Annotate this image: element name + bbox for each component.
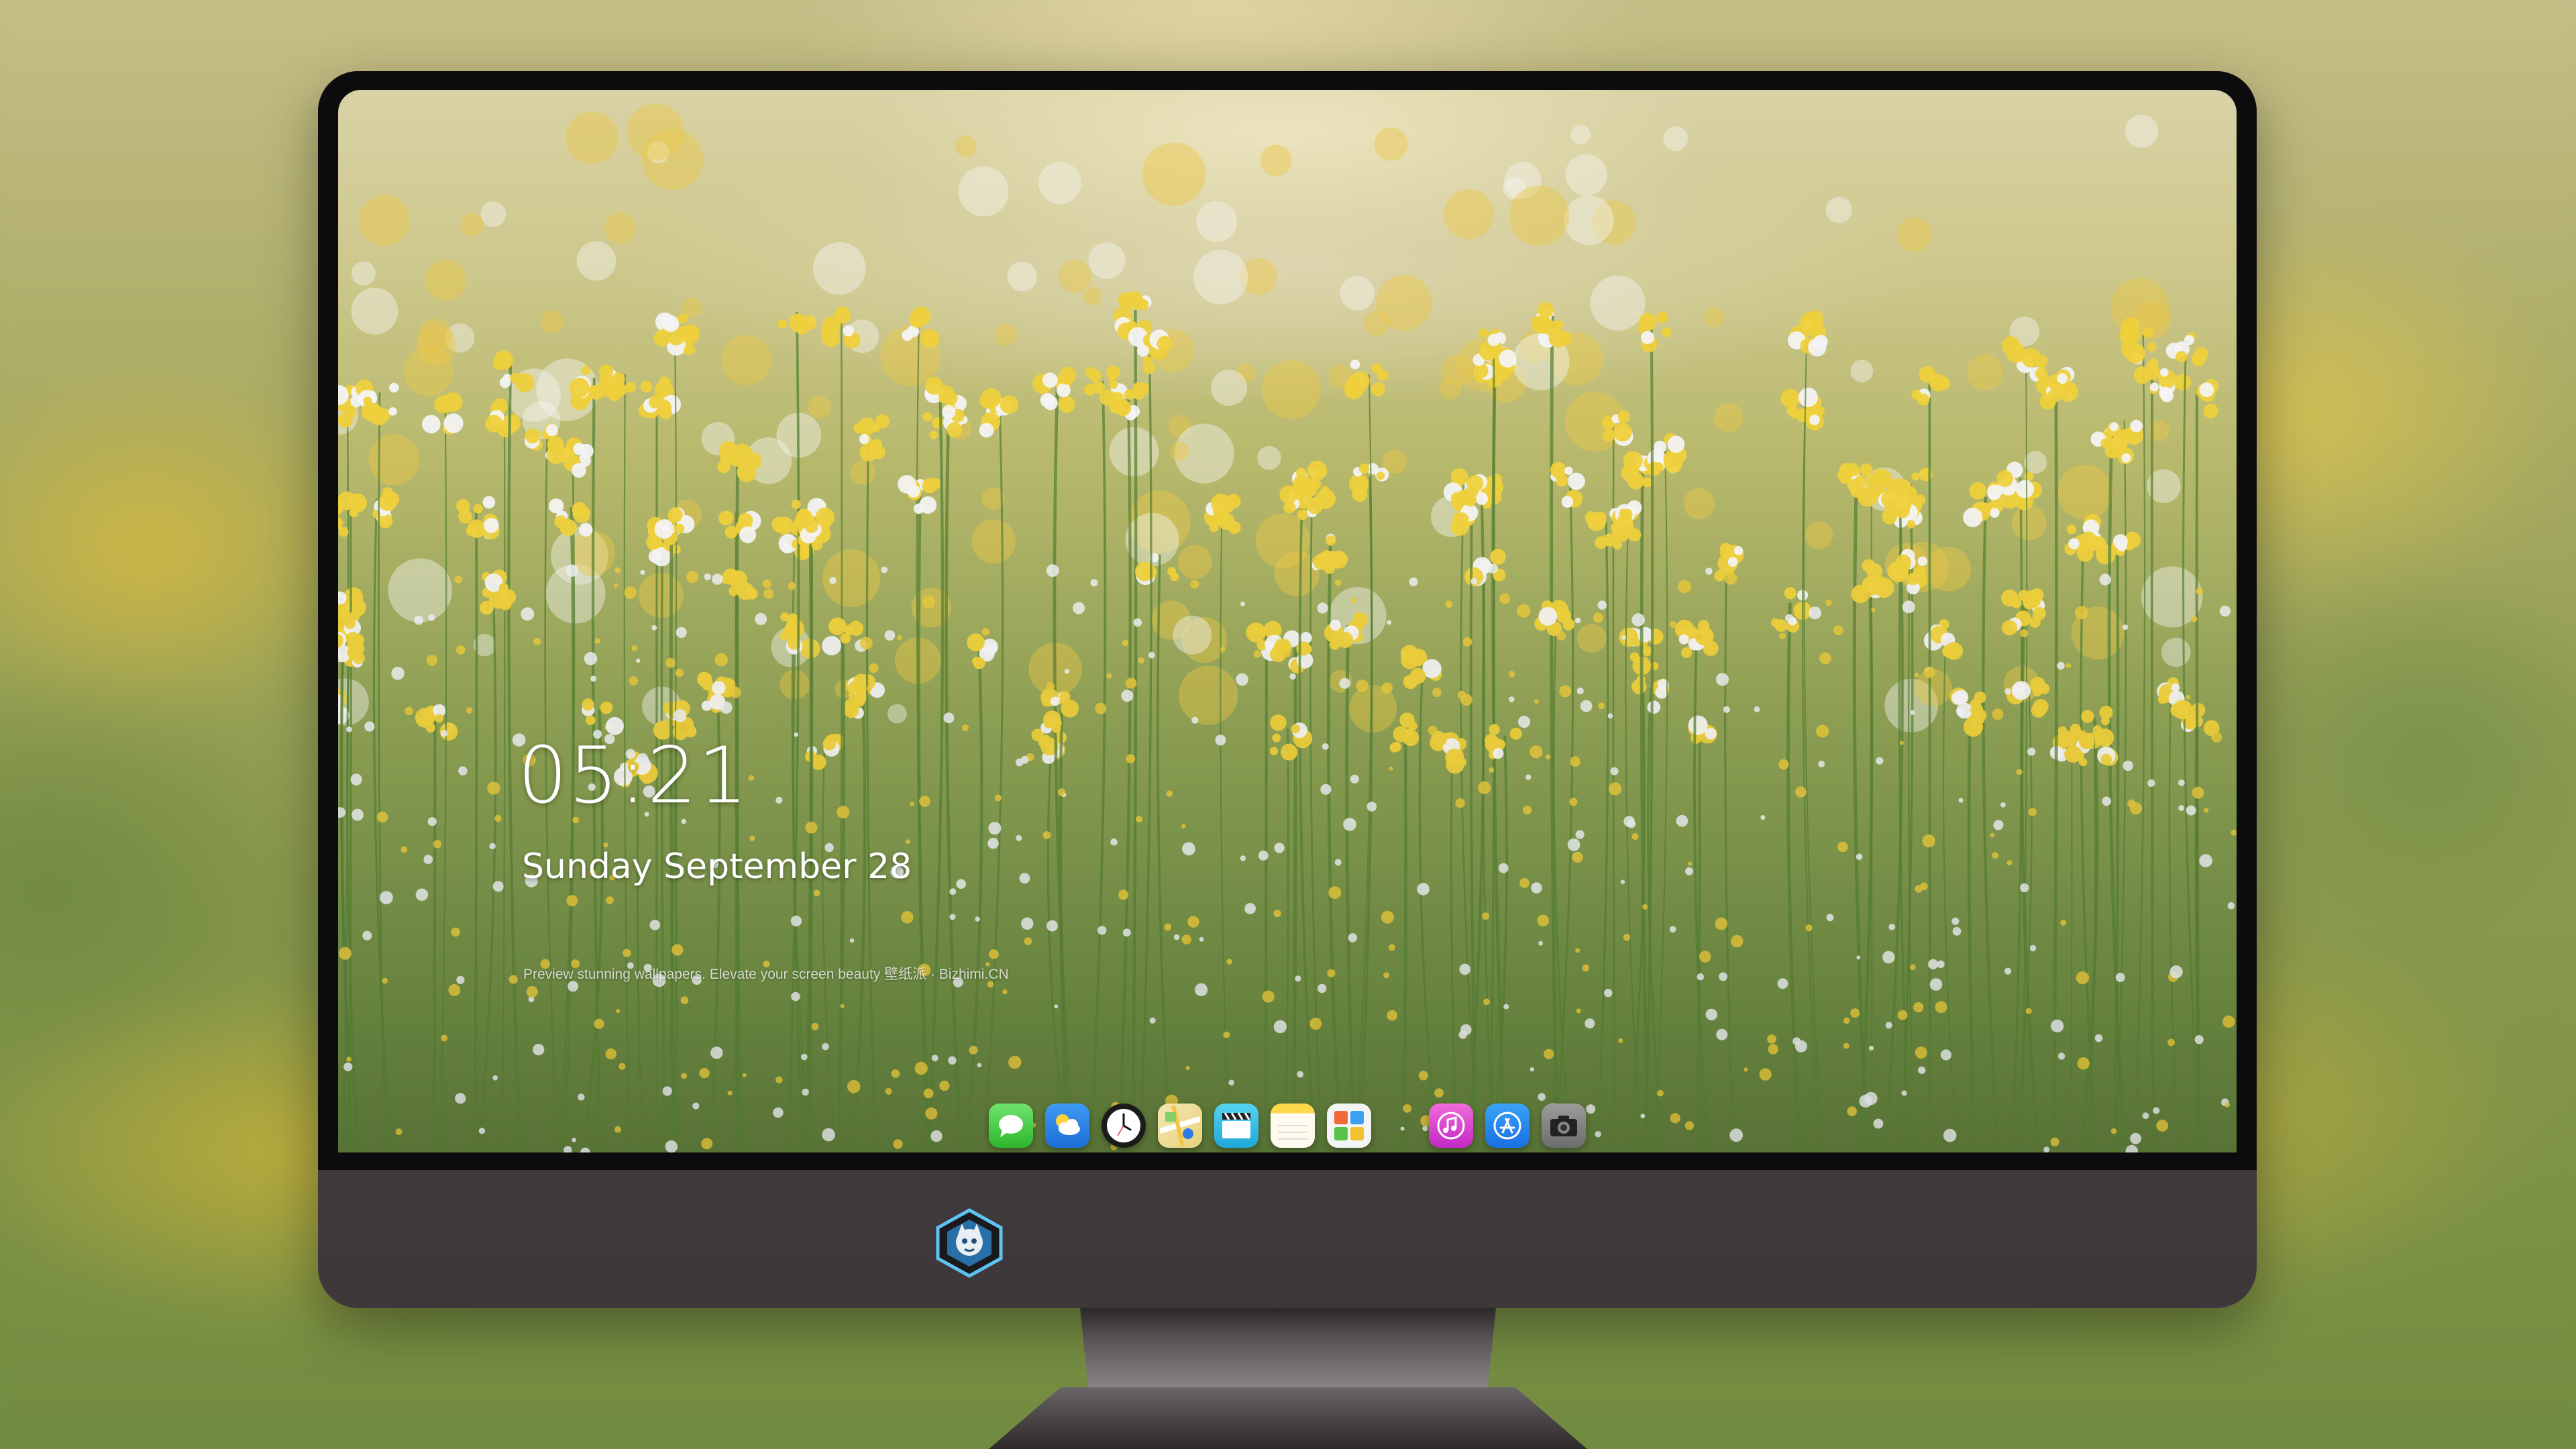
desktop-scene: 05:21 Sunday September 28 Preview stunni… [0, 0, 2576, 1449]
dock-messages[interactable] [989, 1104, 1033, 1148]
monitor-stand-base [989, 1387, 1587, 1449]
dock-camera[interactable] [1542, 1104, 1586, 1148]
screen: 05:21 Sunday September 28 Preview stunni… [338, 90, 2237, 1152]
monitor-bezel: 05:21 Sunday September 28 Preview stunni… [318, 71, 2257, 1170]
messages-icon [999, 1115, 1023, 1137]
monitor: 05:21 Sunday September 28 Preview stunni… [318, 71, 2257, 1308]
app-store-icon [1493, 1112, 1521, 1140]
camera-icon [1550, 1116, 1577, 1136]
weather-icon [1056, 1114, 1080, 1135]
dock-music[interactable] [1429, 1104, 1473, 1148]
photos-icon [1334, 1111, 1364, 1140]
music-note-icon [1437, 1112, 1465, 1140]
maps-icon [1160, 1106, 1200, 1146]
dock-clips[interactable] [1214, 1104, 1258, 1148]
lock-clock: 05:21 [518, 731, 749, 821]
dock-photos[interactable] [1327, 1104, 1371, 1148]
lock-date: Sunday September 28 [522, 847, 912, 887]
dock-weather[interactable] [1045, 1104, 1089, 1148]
clock-icon [1107, 1109, 1140, 1142]
monitor-stand-neck [1080, 1308, 1496, 1389]
dock [989, 1099, 1586, 1152]
dock-app-store[interactable] [1485, 1104, 1529, 1148]
notes-icon [1278, 1125, 1307, 1140]
clapperboard-icon [1222, 1112, 1250, 1138]
dragon-mascot-logo [936, 1208, 1003, 1278]
wallpaper-credit: Preview stunning wallpapers. Elevate you… [523, 967, 1009, 982]
dock-notes[interactable] [1271, 1104, 1315, 1148]
dock-clock[interactable] [1102, 1104, 1146, 1148]
dock-maps[interactable] [1158, 1104, 1202, 1148]
wallpaper-shade [338, 90, 2237, 1152]
